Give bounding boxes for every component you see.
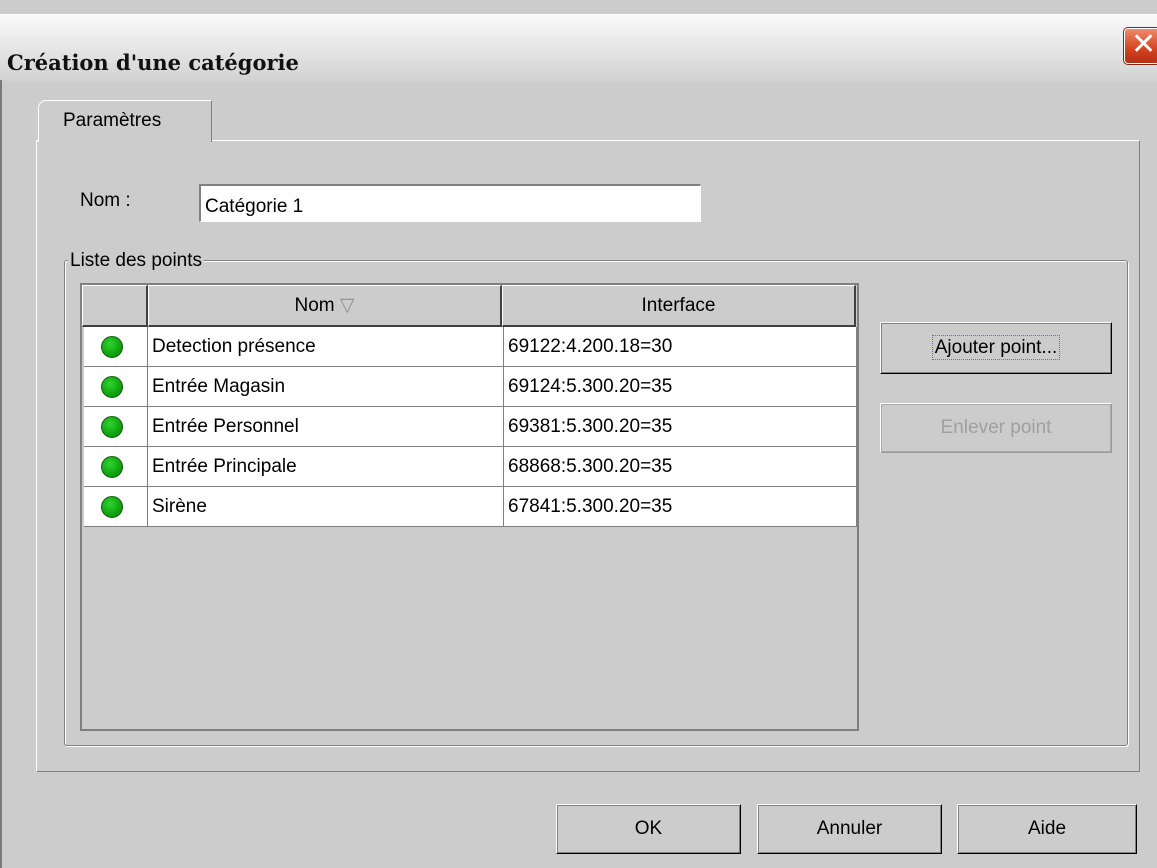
status-green-icon	[101, 496, 123, 518]
points-table[interactable]: Nom ▽ Interface Detection présence 69122…	[80, 283, 859, 731]
tab-parametres[interactable]: Paramètres	[38, 100, 212, 142]
interface-column-header[interactable]: Interface	[502, 285, 856, 327]
status-column-header[interactable]	[82, 285, 148, 327]
cancel-button[interactable]: Annuler	[757, 804, 942, 854]
name-column-header[interactable]: Nom ▽	[148, 285, 502, 327]
point-name-cell: Entrée Personnel	[148, 407, 504, 447]
add-point-button[interactable]: Ajouter point...	[880, 322, 1112, 374]
status-green-icon	[101, 456, 123, 478]
interface-column-label: Interface	[641, 295, 716, 316]
name-field[interactable]	[199, 184, 701, 222]
table-row[interactable]: Detection présence 69122:4.200.18=30	[84, 327, 857, 367]
window-border	[0, 80, 2, 868]
title-bar[interactable]: Création d'une catégorie	[0, 14, 1157, 81]
point-name-cell: Entrée Magasin	[148, 367, 504, 407]
ok-button[interactable]: OK	[556, 804, 741, 854]
name-label: Nom :	[80, 190, 131, 211]
points-group-title: Liste des points	[68, 250, 205, 272]
point-interface-cell: 69122:4.200.18=30	[504, 327, 857, 367]
remove-point-button[interactable]: Enlever point	[880, 403, 1112, 453]
status-cell	[84, 327, 148, 367]
point-interface-cell: 67841:5.300.20=35	[504, 487, 857, 527]
table-row[interactable]: Sirène 67841:5.300.20=35	[84, 487, 857, 527]
point-interface-cell: 68868:5.300.20=35	[504, 447, 857, 487]
point-interface-cell: 69124:5.300.20=35	[504, 367, 857, 407]
status-cell	[84, 367, 148, 407]
window-title: Création d'une catégorie	[7, 50, 299, 75]
close-icon: ✕	[1131, 27, 1157, 62]
status-cell	[84, 407, 148, 447]
point-interface-cell: 69381:5.300.20=35	[504, 407, 857, 447]
status-cell	[84, 487, 148, 527]
status-cell	[84, 447, 148, 487]
point-name-cell: Entrée Principale	[148, 447, 504, 487]
point-name-cell: Detection présence	[148, 327, 504, 367]
table-row[interactable]: Entrée Magasin 69124:5.300.20=35	[84, 367, 857, 407]
dialog-window: Création d'une catégorie ✕ Paramètres No…	[0, 0, 1157, 868]
add-point-label: Ajouter point...	[931, 335, 1061, 360]
close-button[interactable]: ✕	[1123, 27, 1157, 65]
table-row[interactable]: Entrée Personnel 69381:5.300.20=35	[84, 407, 857, 447]
table-row[interactable]: Entrée Principale 68868:5.300.20=35	[84, 447, 857, 487]
tab-label: Paramètres	[63, 110, 162, 131]
status-green-icon	[101, 376, 123, 398]
status-green-icon	[101, 336, 123, 358]
name-column-label: Nom	[294, 295, 335, 316]
help-button[interactable]: Aide	[957, 804, 1137, 854]
sort-descending-icon: ▽	[339, 295, 355, 316]
status-green-icon	[101, 416, 123, 438]
point-name-cell: Sirène	[148, 487, 504, 527]
